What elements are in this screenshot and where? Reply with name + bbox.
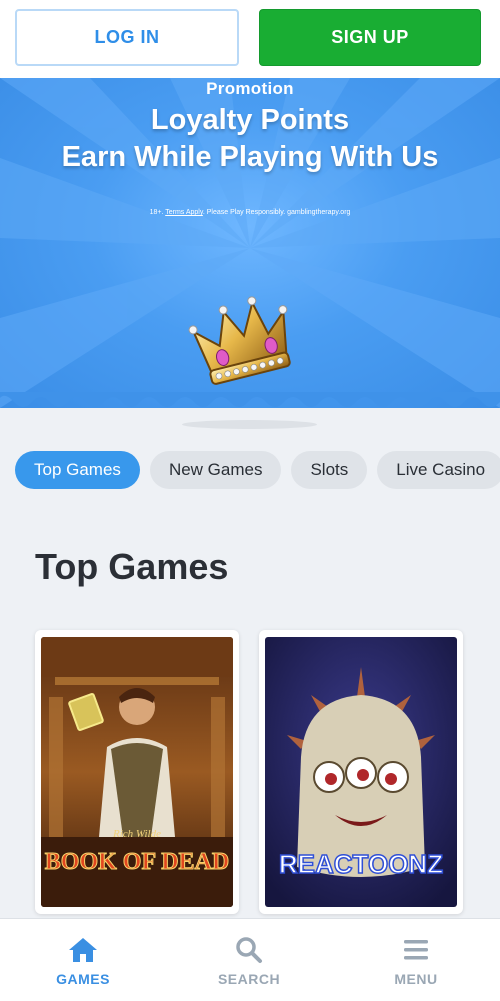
terms-link[interactable]: Terms Apply — [165, 209, 203, 216]
promo-terms: 18+. Terms Apply. Please Play Responsibl… — [0, 209, 500, 216]
promo-banner[interactable]: Promotion Loyalty Points Earn While Play… — [0, 78, 500, 408]
crown-icon — [188, 296, 291, 385]
nav-search[interactable]: SEARCH — [166, 919, 332, 1001]
terms-suffix: . Please Play Responsibly. gamblingthera… — [202, 209, 351, 216]
game-subtitle: Rich Wilde — [112, 828, 161, 840]
category-tabs: Top Games New Games Slots Live Casino — [15, 451, 500, 489]
tab-slots[interactable]: Slots — [291, 451, 368, 489]
game-title: REACTOONZ — [279, 849, 443, 879]
nav-games-label: GAMES — [56, 971, 110, 987]
nav-games[interactable]: GAMES — [0, 919, 166, 1001]
crown-shadow — [182, 420, 317, 429]
terms-prefix: 18+. — [149, 209, 164, 216]
hamburger-icon — [404, 940, 428, 960]
tab-top-games[interactable]: Top Games — [15, 451, 140, 489]
game-card-book-of-dead[interactable]: Rich Wilde BOOK OF DEAD — [35, 630, 239, 914]
auth-bar: LOG IN SIGN UP — [0, 0, 500, 78]
signup-button[interactable]: SIGN UP — [259, 9, 481, 66]
nav-search-label: SEARCH — [217, 971, 281, 987]
search-icon — [236, 937, 262, 963]
promo-label: Promotion — [206, 79, 294, 98]
tab-new-games[interactable]: New Games — [149, 451, 282, 489]
book-of-dead-thumbnail: Rich Wilde BOOK OF DEAD — [41, 637, 233, 907]
section-title: Top Games — [35, 546, 229, 587]
reactoonz-thumbnail: REACTOONZ — [265, 637, 457, 907]
tab-live-casino[interactable]: Live Casino — [377, 451, 500, 489]
game-title: BOOK OF DEAD — [45, 849, 229, 875]
nav-menu[interactable]: MENU — [333, 919, 499, 1001]
promo-subtitle: Earn While Playing With Us — [61, 141, 439, 173]
nav-menu-label: MENU — [394, 971, 438, 987]
bottom-nav: GAMES SEARCH MENU — [0, 918, 500, 1001]
game-card-reactoonz[interactable]: REACTOONZ — [259, 630, 463, 914]
banner-wave-edge — [0, 392, 500, 407]
promo-title: Loyalty Points — [150, 104, 350, 136]
home-icon — [69, 938, 97, 962]
login-button[interactable]: LOG IN — [15, 9, 239, 66]
